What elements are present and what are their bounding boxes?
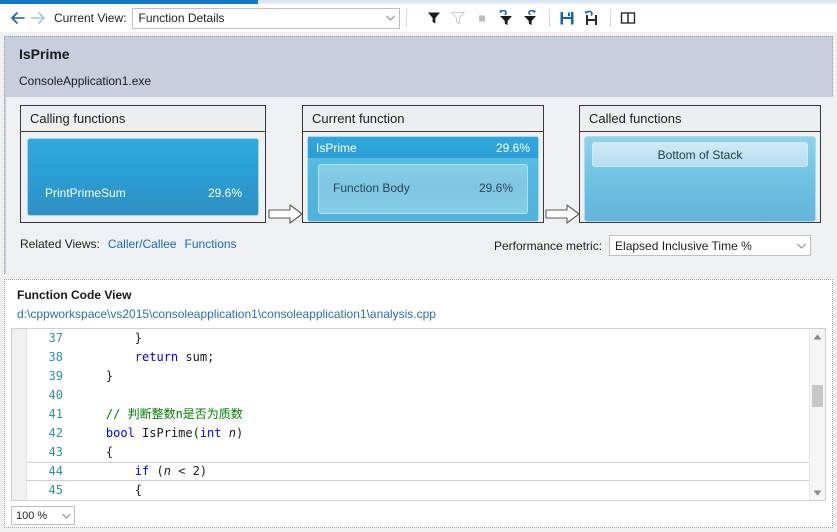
code-text: { [77,483,143,497]
calling-functions-column: Calling functions PrintPrimeSum 29.6% [20,105,266,223]
current-view-value: Function Details [138,11,225,25]
function-body-block[interactable]: Function Body 29.6% [318,164,528,214]
line-number: 39 [48,369,63,383]
code-text: // 判断整数n是否为质数 [77,407,243,421]
current-view-label: Current View: [54,11,127,25]
code-line[interactable]: 39 } [27,367,810,386]
code-text: { [77,445,114,459]
function-body-label: Function Body [333,181,410,195]
flow-arrow-right-icon [268,203,304,225]
current-function-body: IsPrime 29.6% Function Body 29.6% [303,132,543,222]
toolbar: Current View: Function Details [0,4,837,32]
save-icon[interactable] [556,7,578,29]
current-view-combo[interactable]: Function Details [132,7,401,29]
flow-arrow-right-icon-2 [545,203,581,225]
code-text: } [77,331,143,345]
calling-functions-body: PrintPrimeSum 29.6% [21,132,265,222]
line-number: 44 [48,464,63,478]
code-line[interactable]: 42 bool IsPrime(int n) [27,424,810,443]
related-view-link-functions[interactable]: Functions [185,237,237,251]
line-number: 45 [48,483,63,497]
code-line[interactable]: 45 { [27,481,810,500]
bottom-of-stack-label: Bottom of Stack [592,142,808,167]
code-text: if (n < 2) [77,464,208,478]
function-code-view-title: Function Code View [17,288,132,302]
called-functions-block[interactable]: Bottom of Stack [584,136,816,222]
function-details-window: Current View: Function Details IsPrime C… [0,0,837,532]
code-line[interactable]: 38 return sum; [27,348,810,367]
module-name: ConsoleApplication1.exe [19,74,152,88]
function-code-view-panel: Function Code View d:\cppworkspace\vs201… [4,279,833,528]
code-line[interactable]: 43 { [27,443,810,462]
current-function-column: Current function IsPrime 29.6% Function … [302,105,544,223]
line-number: 38 [48,350,63,364]
function-details-panel: IsPrime ConsoleApplication1.exe Calling … [4,36,833,274]
called-functions-header: Called functions [580,106,820,132]
calling-function-block[interactable]: PrintPrimeSum 29.6% [27,138,259,216]
calling-function-percent: 29.6% [207,186,242,200]
filter-undo-icon[interactable] [495,7,517,29]
arrow-left-icon[interactable] [8,8,28,28]
source-file-path[interactable]: d:\cppworkspace\vs2015\consoleapplicatio… [17,307,436,321]
related-views-label: Related Views: [20,237,100,251]
code-line[interactable]: 40 [27,386,810,405]
editor-vertical-scrollbar[interactable] [809,329,825,500]
scrollbar-thumb[interactable] [812,385,823,407]
chevron-down-icon-zoom[interactable] [59,513,74,519]
current-function-title-bar: IsPrime 29.6% [308,137,538,158]
toolbar-buttons [423,7,641,29]
called-functions-body: Bottom of Stack [580,132,820,222]
toolbar-separator [406,9,408,27]
current-function-header: Current function [303,106,543,132]
current-function-name: IsPrime [316,140,357,155]
called-functions-column: Called functions Bottom of Stack [579,105,821,223]
toolbar-separator-2 [549,9,551,27]
code-lines: 37 } 38 return sum; 39 } 40 41 // 判断整数n是否为质数… [27,329,810,500]
page-title: IsPrime [19,46,70,62]
save-as-icon[interactable] [580,7,602,29]
line-number: 40 [48,388,63,402]
scroll-up-icon[interactable] [810,329,825,344]
line-number: 42 [48,426,63,440]
code-line[interactable]: 37 } [27,329,810,348]
code-text: return false; [77,500,258,501]
code-line[interactable]: 46 return false; [27,500,810,501]
function-details-body: Calling functions PrintPrimeSum 29.6% Cu… [6,97,833,274]
line-number: 41 [48,407,63,421]
line-number: 37 [48,331,63,345]
chevron-down-icon-metric[interactable] [793,243,810,249]
toolbar-separator-3 [610,9,612,27]
scroll-down-icon[interactable] [810,485,825,500]
stop-icon[interactable] [471,7,493,29]
chevron-down-icon[interactable] [382,9,399,28]
filter-redo-icon[interactable] [519,7,541,29]
filter-icon[interactable] [423,7,445,29]
code-text: return sum; [77,350,215,364]
editor-gutter [12,329,27,500]
zoom-level-value: 100 % [16,509,48,522]
calling-functions-header: Calling functions [21,106,265,132]
performance-metric-combo[interactable]: Elapsed Inclusive Time % [609,235,812,256]
code-line[interactable]: 44 if (n < 2) [27,462,810,481]
zoom-level-combo[interactable]: 100 % [11,506,75,525]
arrow-right-icon[interactable] [28,8,48,28]
performance-metric-label: Performance metric: [494,238,603,253]
current-function-percent: 29.6% [495,140,530,155]
function-body-percent: 29.6% [478,181,513,195]
related-view-link-caller-callee[interactable]: Caller/Callee [108,237,177,251]
performance-metric-row: Performance metric: Elapsed Inclusive Ti… [494,235,812,256]
code-editor[interactable]: 37 } 38 return sum; 39 } 40 41 // 判断整数n是否为质数… [11,328,826,501]
line-number: 46 [27,500,63,501]
performance-metric-value: Elapsed Inclusive Time % [615,238,752,253]
current-function-block[interactable]: IsPrime 29.6% Function Body 29.6% [307,136,539,222]
code-text: } [77,369,114,383]
clear-filter-icon[interactable] [447,7,469,29]
code-text: bool IsPrime(int n) [77,426,244,440]
code-line[interactable]: 41 // 判断整数n是否为质数 [27,405,810,424]
line-number: 43 [48,445,63,459]
related-views-row: Related Views: Caller/Callee Functions [20,237,237,251]
split-view-icon[interactable] [617,7,639,29]
calling-function-name: PrintPrimeSum [45,186,126,200]
